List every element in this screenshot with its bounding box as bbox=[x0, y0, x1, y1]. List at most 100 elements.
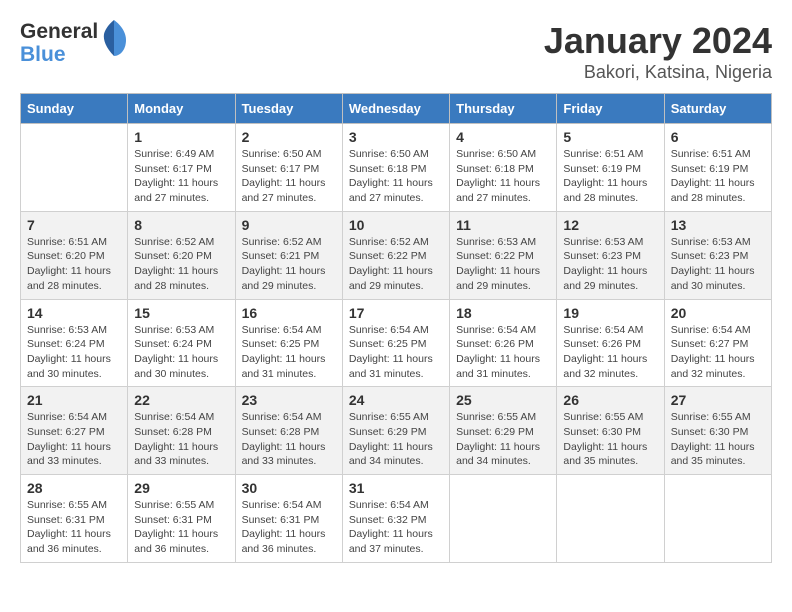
calendar-day-cell bbox=[21, 124, 128, 212]
calendar-day-cell: 23Sunrise: 6:54 AMSunset: 6:28 PMDayligh… bbox=[235, 387, 342, 475]
day-detail: Sunrise: 6:52 AMSunset: 6:22 PMDaylight:… bbox=[349, 235, 443, 294]
day-of-week-header: Thursday bbox=[450, 94, 557, 124]
calendar-day-cell: 15Sunrise: 6:53 AMSunset: 6:24 PMDayligh… bbox=[128, 299, 235, 387]
day-detail: Sunrise: 6:54 AMSunset: 6:31 PMDaylight:… bbox=[242, 498, 336, 557]
logo: General Blue bbox=[20, 20, 128, 66]
calendar-day-cell: 7 Sunrise: 6:51 AMSunset: 6:20 PMDaylight… bbox=[21, 211, 128, 299]
day-detail: Sunrise: 6:54 AMSunset: 6:26 PMDaylight:… bbox=[563, 323, 657, 382]
calendar-day-cell: 30 Sunrise: 6:54 AMSunset: 6:31 PMDayligh… bbox=[235, 475, 342, 563]
calendar-day-cell: 3 Sunrise: 6:50 AMSunset: 6:18 PMDaylight… bbox=[342, 124, 449, 212]
day-detail: Sunrise: 6:54 AMSunset: 6:25 PMDaylight:… bbox=[349, 323, 443, 382]
day-number: 20 bbox=[671, 305, 765, 321]
day-detail: Sunrise: 6:50 AMSunset: 6:17 PMDaylight:… bbox=[242, 147, 336, 206]
day-detail: Sunrise: 6:54 AMSunset: 6:27 PMDaylight:… bbox=[27, 410, 121, 469]
day-detail: Sunrise: 6:51 AMSunset: 6:20 PMDaylight:… bbox=[27, 235, 121, 294]
day-detail: Sunrise: 6:51 AMSunset: 6:19 PMDaylight:… bbox=[563, 147, 657, 206]
day-number: 26 bbox=[563, 392, 657, 408]
calendar-day-cell: 16 Sunrise: 6:54 AMSunset: 6:25 PMDayligh… bbox=[235, 299, 342, 387]
day-detail: Sunrise: 6:52 AMSunset: 6:21 PMDaylight:… bbox=[242, 235, 336, 294]
calendar-day-cell: 10Sunrise: 6:52 AMSunset: 6:22 PMDayligh… bbox=[342, 211, 449, 299]
day-number: 31 bbox=[349, 480, 443, 496]
day-number: 13 bbox=[671, 217, 765, 233]
calendar-day-cell: 13 Sunrise: 6:53 AMSunset: 6:23 PMDayligh… bbox=[664, 211, 771, 299]
day-detail: Sunrise: 6:53 AMSunset: 6:24 PMDaylight:… bbox=[27, 323, 121, 382]
day-number: 8 bbox=[134, 217, 228, 233]
day-detail: Sunrise: 6:55 AMSunset: 6:30 PMDaylight:… bbox=[671, 410, 765, 469]
calendar-day-cell: 19Sunrise: 6:54 AMSunset: 6:26 PMDayligh… bbox=[557, 299, 664, 387]
calendar-week-row: 1Sunrise: 6:49 AMSunset: 6:17 PMDaylight… bbox=[21, 124, 772, 212]
calendar-body: 1Sunrise: 6:49 AMSunset: 6:17 PMDaylight… bbox=[21, 124, 772, 563]
day-number: 23 bbox=[242, 392, 336, 408]
day-number: 3 bbox=[349, 129, 443, 145]
calendar-day-cell: 1Sunrise: 6:49 AMSunset: 6:17 PMDaylight… bbox=[128, 124, 235, 212]
day-number: 30 bbox=[242, 480, 336, 496]
calendar-day-cell: 31Sunrise: 6:54 AMSunset: 6:32 PMDayligh… bbox=[342, 475, 449, 563]
day-number: 9 bbox=[242, 217, 336, 233]
calendar-day-cell: 28 Sunrise: 6:55 AMSunset: 6:31 PMDayligh… bbox=[21, 475, 128, 563]
day-detail: Sunrise: 6:51 AMSunset: 6:19 PMDaylight:… bbox=[671, 147, 765, 206]
day-of-week-header: Wednesday bbox=[342, 94, 449, 124]
calendar-day-cell: 26 Sunrise: 6:55 AMSunset: 6:30 PMDayligh… bbox=[557, 387, 664, 475]
calendar-header: SundayMondayTuesdayWednesdayThursdayFrid… bbox=[21, 94, 772, 124]
calendar-day-cell bbox=[557, 475, 664, 563]
calendar-day-cell: 27 Sunrise: 6:55 AMSunset: 6:30 PMDayligh… bbox=[664, 387, 771, 475]
day-detail: Sunrise: 6:54 AMSunset: 6:28 PMDaylight:… bbox=[134, 410, 228, 469]
calendar-week-row: 28 Sunrise: 6:55 AMSunset: 6:31 PMDayligh… bbox=[21, 475, 772, 563]
calendar-day-cell: 18Sunrise: 6:54 AMSunset: 6:26 PMDayligh… bbox=[450, 299, 557, 387]
day-detail: Sunrise: 6:54 AMSunset: 6:26 PMDaylight:… bbox=[456, 323, 550, 382]
day-detail: Sunrise: 6:55 AMSunset: 6:30 PMDaylight:… bbox=[563, 410, 657, 469]
calendar-day-cell bbox=[664, 475, 771, 563]
day-number: 17 bbox=[349, 305, 443, 321]
logo-text: General Blue bbox=[20, 20, 128, 66]
day-detail: Sunrise: 6:53 AMSunset: 6:24 PMDaylight:… bbox=[134, 323, 228, 382]
logo-icon bbox=[100, 18, 128, 58]
calendar-day-cell: 25 Sunrise: 6:55 AMSunset: 6:29 PMDayligh… bbox=[450, 387, 557, 475]
day-detail: Sunrise: 6:54 AMSunset: 6:25 PMDaylight:… bbox=[242, 323, 336, 382]
day-number: 11 bbox=[456, 217, 550, 233]
day-detail: Sunrise: 6:55 AMSunset: 6:31 PMDaylight:… bbox=[27, 498, 121, 557]
day-detail: Sunrise: 6:53 AMSunset: 6:23 PMDaylight:… bbox=[671, 235, 765, 294]
calendar-day-cell: 24 Sunrise: 6:55 AMSunset: 6:29 PMDayligh… bbox=[342, 387, 449, 475]
day-detail: Sunrise: 6:55 AMSunset: 6:29 PMDaylight:… bbox=[349, 410, 443, 469]
calendar-day-cell: 9 Sunrise: 6:52 AMSunset: 6:21 PMDaylight… bbox=[235, 211, 342, 299]
page-title: January 2024 bbox=[544, 20, 772, 62]
day-of-week-header: Friday bbox=[557, 94, 664, 124]
day-number: 7 bbox=[27, 217, 121, 233]
day-number: 25 bbox=[456, 392, 550, 408]
day-detail: Sunrise: 6:52 AMSunset: 6:20 PMDaylight:… bbox=[134, 235, 228, 294]
title-block: January 2024 Bakori, Katsina, Nigeria bbox=[544, 20, 772, 83]
day-of-week-header: Sunday bbox=[21, 94, 128, 124]
calendar-day-cell: 4 Sunrise: 6:50 AMSunset: 6:18 PMDaylight… bbox=[450, 124, 557, 212]
header-row: SundayMondayTuesdayWednesdayThursdayFrid… bbox=[21, 94, 772, 124]
day-of-week-header: Monday bbox=[128, 94, 235, 124]
day-detail: Sunrise: 6:55 AMSunset: 6:31 PMDaylight:… bbox=[134, 498, 228, 557]
page-header: General Blue January 2024 Bakori, Katsin… bbox=[20, 20, 772, 83]
day-number: 5 bbox=[563, 129, 657, 145]
day-number: 29 bbox=[134, 480, 228, 496]
calendar-day-cell: 8 Sunrise: 6:52 AMSunset: 6:20 PMDaylight… bbox=[128, 211, 235, 299]
day-detail: Sunrise: 6:50 AMSunset: 6:18 PMDaylight:… bbox=[456, 147, 550, 206]
day-number: 27 bbox=[671, 392, 765, 408]
day-number: 24 bbox=[349, 392, 443, 408]
day-number: 12 bbox=[563, 217, 657, 233]
calendar-day-cell: 12Sunrise: 6:53 AMSunset: 6:23 PMDayligh… bbox=[557, 211, 664, 299]
day-number: 1 bbox=[134, 129, 228, 145]
day-number: 28 bbox=[27, 480, 121, 496]
day-of-week-header: Tuesday bbox=[235, 94, 342, 124]
calendar-day-cell: 29 Sunrise: 6:55 AMSunset: 6:31 PMDayligh… bbox=[128, 475, 235, 563]
calendar-day-cell: 20 Sunrise: 6:54 AMSunset: 6:27 PMDayligh… bbox=[664, 299, 771, 387]
day-number: 4 bbox=[456, 129, 550, 145]
calendar-day-cell: 17 Sunrise: 6:54 AMSunset: 6:25 PMDayligh… bbox=[342, 299, 449, 387]
logo-general: General bbox=[20, 20, 98, 43]
day-number: 16 bbox=[242, 305, 336, 321]
day-detail: Sunrise: 6:54 AMSunset: 6:27 PMDaylight:… bbox=[671, 323, 765, 382]
calendar-table: SundayMondayTuesdayWednesdayThursdayFrid… bbox=[20, 93, 772, 563]
day-detail: Sunrise: 6:55 AMSunset: 6:29 PMDaylight:… bbox=[456, 410, 550, 469]
calendar-day-cell: 14Sunrise: 6:53 AMSunset: 6:24 PMDayligh… bbox=[21, 299, 128, 387]
day-detail: Sunrise: 6:50 AMSunset: 6:18 PMDaylight:… bbox=[349, 147, 443, 206]
calendar-day-cell: 21Sunrise: 6:54 AMSunset: 6:27 PMDayligh… bbox=[21, 387, 128, 475]
calendar-day-cell bbox=[450, 475, 557, 563]
calendar-week-row: 7 Sunrise: 6:51 AMSunset: 6:20 PMDaylight… bbox=[21, 211, 772, 299]
calendar-day-cell: 6Sunrise: 6:51 AMSunset: 6:19 PMDaylight… bbox=[664, 124, 771, 212]
calendar-day-cell: 5 Sunrise: 6:51 AMSunset: 6:19 PMDaylight… bbox=[557, 124, 664, 212]
